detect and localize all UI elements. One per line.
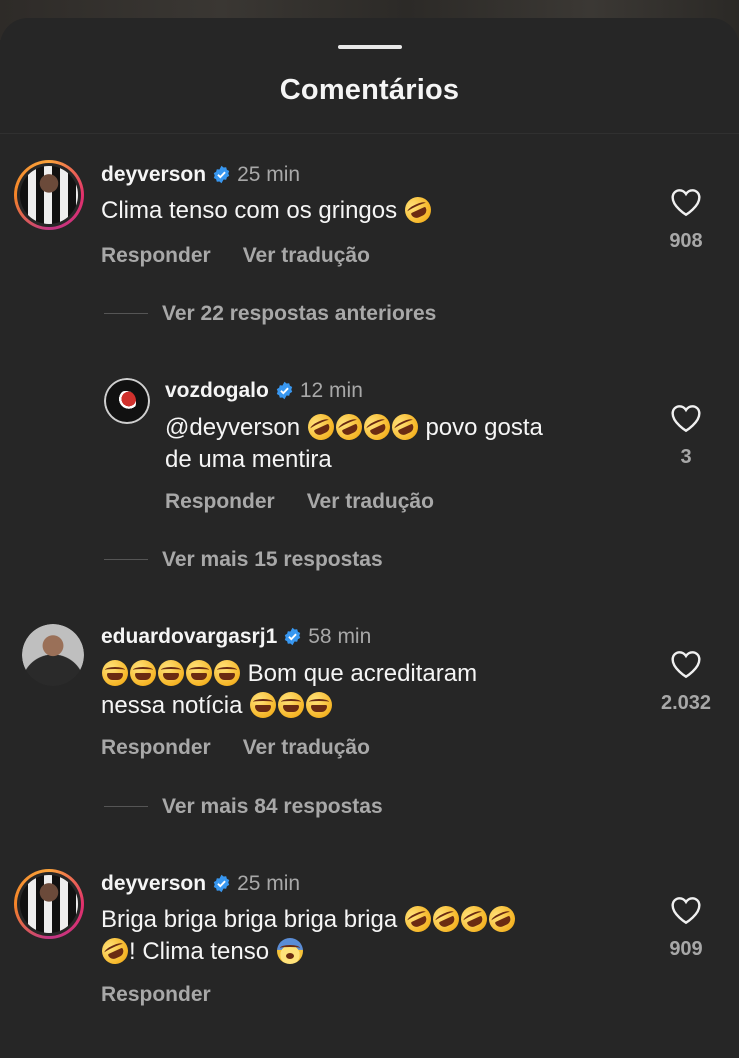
heart-icon (671, 189, 701, 217)
username[interactable]: vozdogalo (165, 379, 269, 402)
username[interactable]: eduardovargasrj1 (101, 625, 277, 648)
rofl-emoji-icon (359, 409, 395, 445)
comment-time: 12 min (299, 379, 363, 402)
vozdogalo-logo (104, 378, 150, 424)
like-button[interactable]: 909 (646, 895, 726, 961)
view-previous-replies-button[interactable]: Ver 22 respostas anteriores (162, 302, 436, 326)
avatar[interactable] (14, 160, 84, 230)
comment-time: 58 min (308, 625, 372, 648)
mention-link[interactable]: @deyverson (165, 414, 300, 441)
comment-text: @deyverson povo gosta de uma mentira (165, 409, 543, 476)
heart-icon (671, 405, 701, 433)
reply-button[interactable]: Responder (165, 490, 275, 514)
translate-button[interactable]: Ver tradução (307, 490, 434, 514)
comment-meta: deyverson 25 min (101, 872, 300, 896)
comment-meta: eduardovargasrj1 58 min (101, 625, 371, 649)
comment-text: Bom que acreditaram nessa notícia (101, 658, 477, 722)
like-count: 2.032 (660, 692, 712, 714)
replies-line (104, 313, 148, 314)
reply-button[interactable]: Responder (101, 983, 211, 1007)
comment-actions: Responder Ver tradução (165, 490, 434, 514)
view-more-replies-button[interactable]: Ver mais 84 respostas (162, 795, 383, 819)
comment-actions: Responder Ver tradução (101, 736, 370, 760)
verified-icon (285, 627, 301, 646)
laughing-emoji-icon (278, 692, 305, 718)
laughing-emoji-icon (186, 660, 212, 686)
like-count: 908 (669, 230, 703, 252)
comment-text-content: Briga briga briga briga briga (101, 906, 398, 933)
laughing-emoji-icon (102, 660, 128, 686)
like-button[interactable]: 908 (646, 187, 726, 253)
avatar-photo (20, 166, 78, 224)
comment-actions: Responder Ver tradução (101, 244, 370, 268)
like-button[interactable]: 2.032 (646, 649, 726, 715)
rofl-emoji-icon (400, 192, 436, 228)
avatar[interactable] (104, 378, 150, 424)
drag-handle[interactable] (338, 45, 402, 49)
verified-icon (213, 165, 230, 184)
rofl-emoji-icon (387, 409, 423, 445)
comment-meta: vozdogalo 12 min (165, 379, 363, 403)
laughing-emoji-icon (306, 692, 333, 718)
laughing-emoji-icon (158, 660, 184, 686)
comment-text-content: Clima tenso com os gringos (101, 197, 398, 224)
rofl-emoji-icon (331, 409, 367, 445)
like-button[interactable]: 3 (646, 403, 726, 469)
replies-line (104, 559, 148, 560)
rofl-emoji-icon (303, 409, 339, 445)
avatar-photo (20, 875, 78, 933)
avatar-photo (22, 624, 84, 686)
like-count: 909 (669, 938, 703, 960)
username[interactable]: deyverson (101, 872, 206, 895)
translate-button[interactable]: Ver tradução (243, 736, 370, 760)
rofl-emoji-icon (456, 901, 492, 937)
comment-text-content: povo gosta (425, 414, 543, 441)
avatar[interactable] (22, 624, 84, 686)
comment-time: 25 min (237, 872, 301, 895)
verified-icon (213, 874, 230, 893)
rofl-emoji-icon (400, 901, 436, 937)
view-more-replies-button[interactable]: Ver mais 15 respostas (162, 548, 383, 572)
laughing-emoji-icon (130, 660, 156, 686)
comment-text: Clima tenso com os gringos (101, 192, 436, 228)
rofl-emoji-icon (97, 933, 133, 969)
comment-meta: deyverson 25 min (101, 163, 300, 187)
rofl-emoji-icon (484, 901, 520, 937)
comment-time: 25 min (237, 163, 301, 186)
rofl-emoji-icon (428, 901, 464, 937)
reply-button[interactable]: Responder (101, 736, 211, 760)
laughing-emoji-icon (250, 692, 277, 718)
like-count: 3 (680, 446, 692, 468)
translate-button[interactable]: Ver tradução (243, 244, 370, 268)
comment-text-content: nessa notícia (101, 692, 243, 719)
heart-icon (671, 651, 701, 679)
reply-button[interactable]: Responder (101, 244, 211, 268)
avatar[interactable] (14, 869, 84, 939)
comment-text-content: ! Clima tenso (129, 938, 270, 965)
replies-line (104, 806, 148, 807)
verified-icon (276, 381, 293, 400)
anxious-sweat-emoji-icon (276, 938, 303, 964)
header-divider (0, 133, 739, 134)
username[interactable]: deyverson (101, 163, 206, 186)
comment-text-content: Bom que acreditaram (247, 660, 478, 687)
sheet-title: Comentários (279, 74, 460, 106)
laughing-emoji-icon (214, 660, 240, 686)
comment-text-content: de uma mentira (165, 446, 332, 473)
heart-icon (671, 897, 701, 925)
comment-text: Briga briga briga briga briga ! Clima te… (97, 901, 520, 969)
comment-actions: Responder (101, 983, 211, 1007)
